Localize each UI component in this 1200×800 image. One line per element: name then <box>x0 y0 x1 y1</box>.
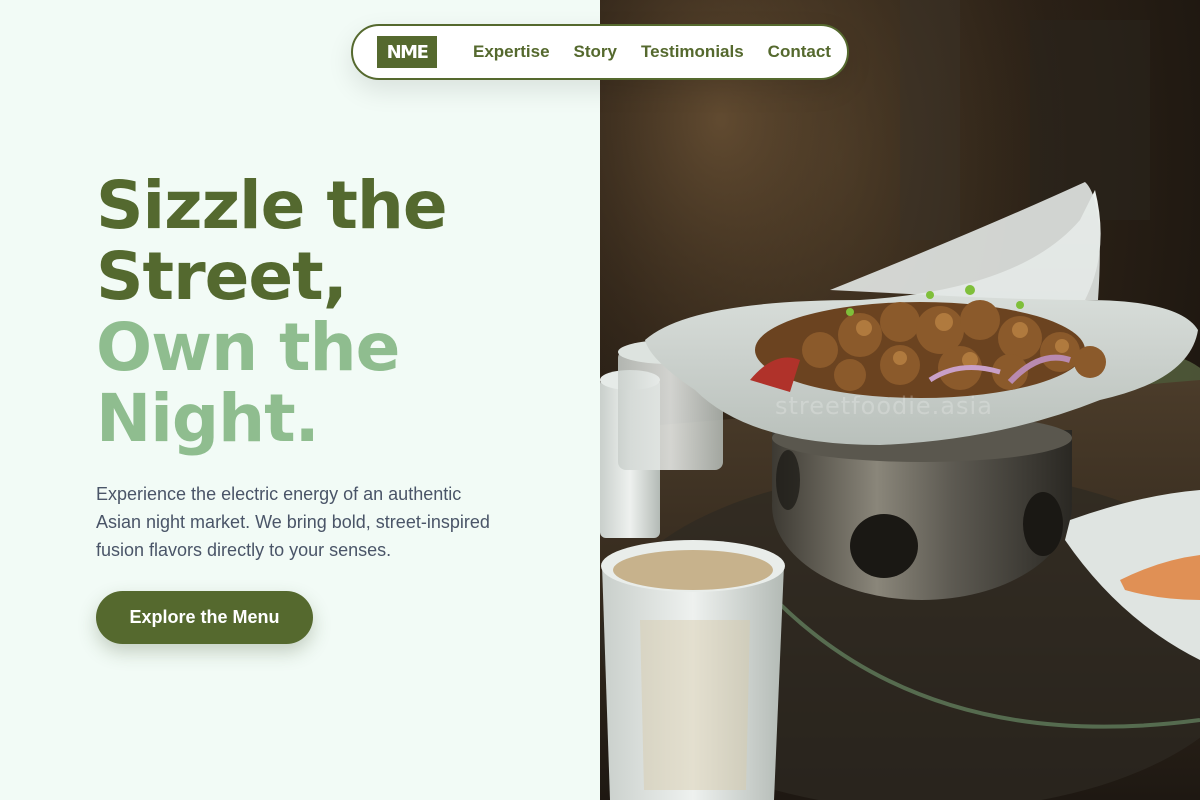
hero-headline: Sizzle the Street, Own the Night. <box>96 170 536 454</box>
hero-food-photo: streetfoodie.asia <box>600 0 1200 800</box>
nav-links: Expertise Story Testimonials Contact <box>473 42 831 62</box>
hero-description: Experience the electric energy of an aut… <box>96 484 490 560</box>
explore-menu-button[interactable]: Explore the Menu <box>96 591 313 644</box>
headline-line-1: Sizzle the <box>96 167 448 244</box>
nav-link-expertise[interactable]: Expertise <box>473 42 550 62</box>
headline-line-2: Street, <box>96 238 348 315</box>
nav-link-story[interactable]: Story <box>574 42 617 62</box>
headline-line-3: Own the <box>96 309 400 386</box>
hero-panel: Sizzle the Street, Own the Night. Experi… <box>0 0 600 800</box>
nav-link-testimonials[interactable]: Testimonials <box>641 42 744 62</box>
brand-logo[interactable]: NME <box>377 36 437 68</box>
nav-link-contact[interactable]: Contact <box>768 42 831 62</box>
headline-line-4: Night. <box>96 380 320 457</box>
photo-watermark: streetfoodie.asia <box>775 392 993 420</box>
main-navigation: NME Expertise Story Testimonials Contact <box>351 24 849 80</box>
hero-content: Sizzle the Street, Own the Night. Experi… <box>96 170 536 564</box>
